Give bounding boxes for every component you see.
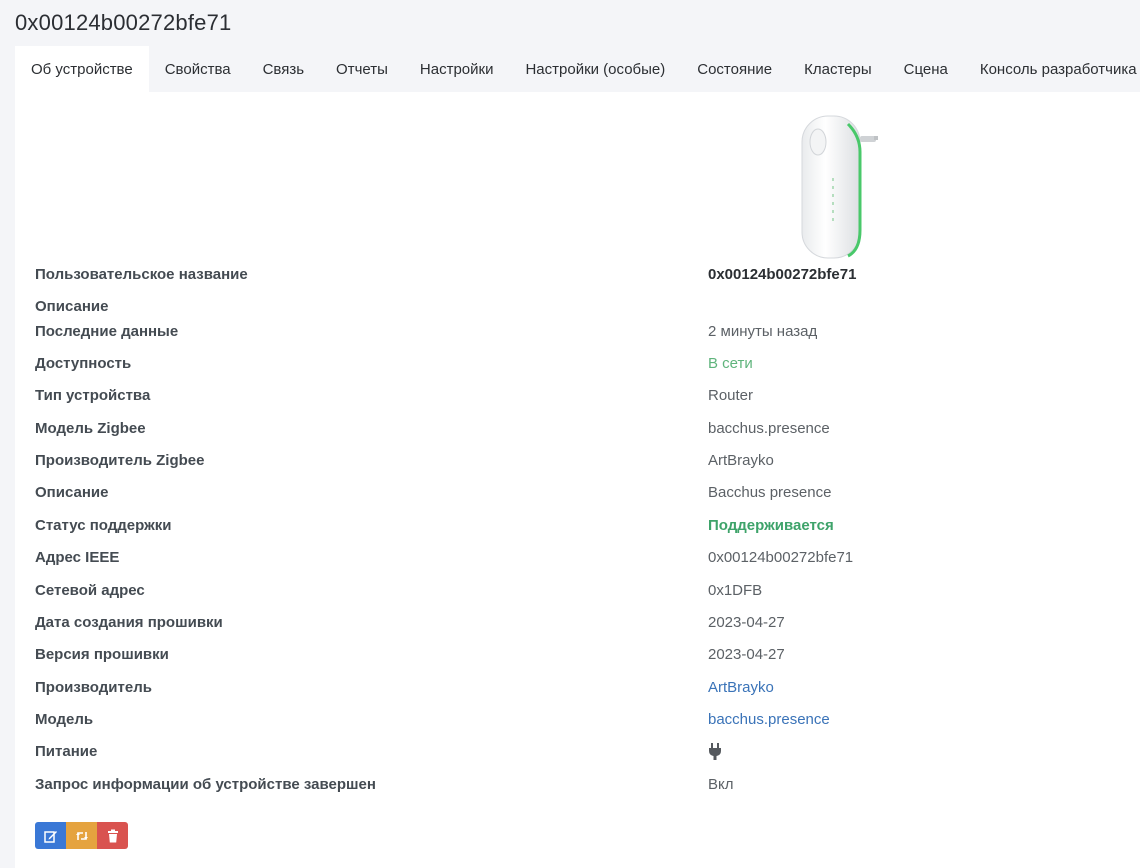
power-value [708, 743, 722, 765]
tab-dev-console[interactable]: Консоль разработчика [964, 46, 1140, 92]
zigbee-model-value: bacchus.presence [708, 420, 830, 437]
manufacturer-link[interactable]: ArtBrayko [708, 679, 774, 696]
network-address-value: 0x1DFB [708, 582, 763, 599]
row-zigbee-model: Модель Zigbee bacchus.presence [35, 420, 1115, 442]
tab-exposes[interactable]: Свойства [149, 46, 247, 92]
row-power: Питание [35, 743, 1115, 765]
device-type-value: Router [708, 387, 754, 404]
plug-icon [709, 743, 721, 760]
interview-value: Вкл [708, 776, 734, 793]
ieee-address-label: Адрес IEEE [35, 549, 120, 566]
interview-label: Запрос информации об устройстве завершен [35, 776, 376, 793]
power-label: Питание [35, 743, 98, 760]
firmware-date-label: Дата создания прошивки [35, 614, 223, 631]
row-firmware-version: Версия прошивки 2023-04-27 [35, 646, 1115, 668]
tab-scene[interactable]: Сцена [888, 46, 964, 92]
device-type-label: Тип устройства [35, 387, 151, 404]
rename-button[interactable] [35, 822, 66, 849]
device-info-panel: Пользовательское название 0x00124b00272b… [15, 92, 1140, 868]
trash-icon [107, 829, 118, 842]
support-status-label: Статус поддержки [35, 517, 172, 534]
description2-value: Bacchus presence [708, 484, 832, 501]
edit-icon [43, 830, 57, 843]
device-actions [35, 822, 128, 849]
row-availability: Доступность В сети [35, 355, 1115, 377]
page-title: 0x00124b00272bfe71 [15, 10, 232, 35]
last-seen-value: 2 минуты назад [708, 323, 818, 340]
row-friendly-name: Пользовательское название 0x00124b00272b… [35, 266, 1115, 288]
manufacturer-label: Производитель [35, 679, 152, 696]
tab-state[interactable]: Состояние [681, 46, 788, 92]
firmware-date-value: 2023-04-27 [708, 614, 785, 631]
row-interview-completed: Запрос информации об устройстве завершен… [35, 776, 1115, 798]
firmware-version-label: Версия прошивки [35, 646, 169, 663]
zigbee-model-label: Модель Zigbee [35, 420, 146, 437]
ieee-address-value: 0x00124b00272bfe71 [708, 549, 854, 566]
firmware-version-value: 2023-04-27 [708, 646, 785, 663]
row-ieee-address: Адрес IEEE 0x00124b00272bfe71 [35, 549, 1115, 571]
last-seen-label: Последние данные [35, 323, 179, 340]
zigbee-manufacturer-value: ArtBrayko [708, 452, 774, 469]
tab-reporting[interactable]: Отчеты [320, 46, 404, 92]
row-zigbee-manufacturer: Производитель Zigbee ArtBrayko [35, 452, 1115, 474]
tab-settings[interactable]: Настройки [404, 46, 510, 92]
description-label: Описание [35, 298, 109, 315]
retweet-icon [75, 831, 88, 840]
model-link[interactable]: bacchus.presence [708, 711, 830, 728]
tab-about[interactable]: Об устройстве [15, 46, 149, 92]
tab-bind[interactable]: Связь [247, 46, 320, 92]
zigbee-manufacturer-label: Производитель Zigbee [35, 452, 205, 469]
row-firmware-date: Дата создания прошивки 2023-04-27 [35, 614, 1115, 636]
row-model: Модель bacchus.presence [35, 711, 1115, 733]
row-description: Описание [35, 298, 1115, 320]
row-description-2: Описание Bacchus presence [35, 484, 1115, 506]
description2-label: Описание [35, 484, 109, 501]
network-address-label: Сетевой адрес [35, 582, 145, 599]
availability-label: Доступность [35, 355, 132, 372]
tab-settings-specific[interactable]: Настройки (особые) [509, 46, 681, 92]
row-manufacturer: Производитель ArtBrayko [35, 679, 1115, 701]
remove-device-button[interactable] [97, 822, 128, 849]
model-label: Модель [35, 711, 94, 728]
tab-bar: Об устройстве Свойства Связь Отчеты Наст… [15, 46, 1140, 92]
availability-status: В сети [708, 355, 753, 372]
row-network-address: Сетевой адрес 0x1DFB [35, 582, 1115, 604]
reconfigure-button[interactable] [66, 822, 97, 849]
zigbee-router-plug-image [801, 115, 878, 259]
row-last-seen: Последние данные 2 минуты назад [35, 323, 1115, 345]
row-device-type: Тип устройства Router [35, 387, 1115, 409]
friendly-name-label: Пользовательское название [35, 266, 248, 283]
tab-clusters[interactable]: Кластеры [788, 46, 888, 92]
support-status-value: Поддерживается [708, 517, 834, 534]
friendly-name-value: 0x00124b00272bfe71 [708, 266, 857, 283]
row-support-status: Статус поддержки Поддерживается [35, 517, 1115, 539]
